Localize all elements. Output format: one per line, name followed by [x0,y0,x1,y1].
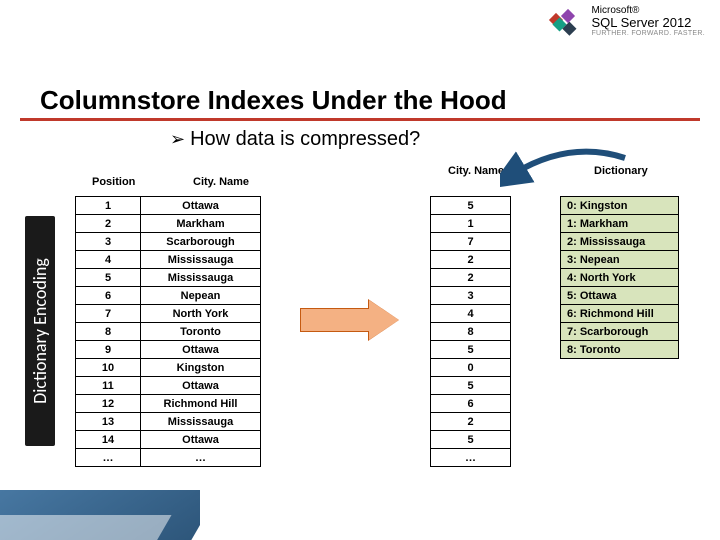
table-row: 9Ottawa [76,341,261,359]
table-row: 14Ottawa [76,431,261,449]
table-row: 6 [431,395,511,413]
header-position: Position [92,176,135,188]
table-row: 4Mississauga [76,251,261,269]
transform-arrow-icon [300,300,400,340]
table-row: 1 [431,215,511,233]
table-row: 11Ottawa [76,377,261,395]
sqlserver-cubes-icon [551,7,586,35]
table-row: 3: Nepean [561,251,679,269]
table-row: 7 [431,233,511,251]
curved-arrow-icon [500,148,640,188]
table-row: 4: North York [561,269,679,287]
footer-accent [0,490,200,540]
header-cityname-1: City. Name [193,176,249,188]
table-row: 1: Markham [561,215,679,233]
table-row: 7North York [76,305,261,323]
brand-tagline: FURTHER. FORWARD. FASTER. [591,30,705,38]
table-row: 5Mississauga [76,269,261,287]
table-row: 2 [431,269,511,287]
title-underline [20,118,700,121]
table-row: 4 [431,305,511,323]
table-row: 7: Scarborough [561,323,679,341]
table-row: 5 [431,197,511,215]
table-row: 5 [431,377,511,395]
table-row: 3Scarborough [76,233,261,251]
vertical-label: Dictionary Encoding [25,216,55,446]
table-row: 10Kingston [76,359,261,377]
table-row: 2Markham [76,215,261,233]
brand-name: SQL Server 2012 [591,16,705,30]
source-table: 1Ottawa2Markham3Scarborough4Mississauga5… [75,196,261,467]
brand-text: Microsoft® SQL Server 2012 FURTHER. FORW… [591,5,705,38]
table-row: 8Toronto [76,323,261,341]
table-row: …… [76,449,261,467]
dictionary-table: 0: Kingston1: Markham2: Mississauga3: Ne… [560,196,679,359]
table-row: 3 [431,287,511,305]
page-title: Columnstore Indexes Under the Hood [40,85,507,116]
table-row: 8 [431,323,511,341]
subtitle: How data is compressed? [170,128,420,151]
table-row: 5 [431,341,511,359]
table-row: 2: Mississauga [561,233,679,251]
header-cityname-2: City. Name [448,165,504,177]
encoded-column-table: 51722348505625… [430,196,511,467]
table-row: 2 [431,413,511,431]
table-row: 1Ottawa [76,197,261,215]
table-row: 6Nepean [76,287,261,305]
brand-logo: Microsoft® SQL Server 2012 FURTHER. FORW… [551,5,705,38]
table-row: 5: Ottawa [561,287,679,305]
table-row: 8: Toronto [561,341,679,359]
table-row: 0 [431,359,511,377]
table-row: 12Richmond Hill [76,395,261,413]
vertical-label-text: Dictionary Encoding [29,258,51,404]
table-row: … [431,449,511,467]
table-row: 6: Richmond Hill [561,305,679,323]
table-row: 5 [431,431,511,449]
table-row: 0: Kingston [561,197,679,215]
table-row: 13Mississauga [76,413,261,431]
table-row: 2 [431,251,511,269]
